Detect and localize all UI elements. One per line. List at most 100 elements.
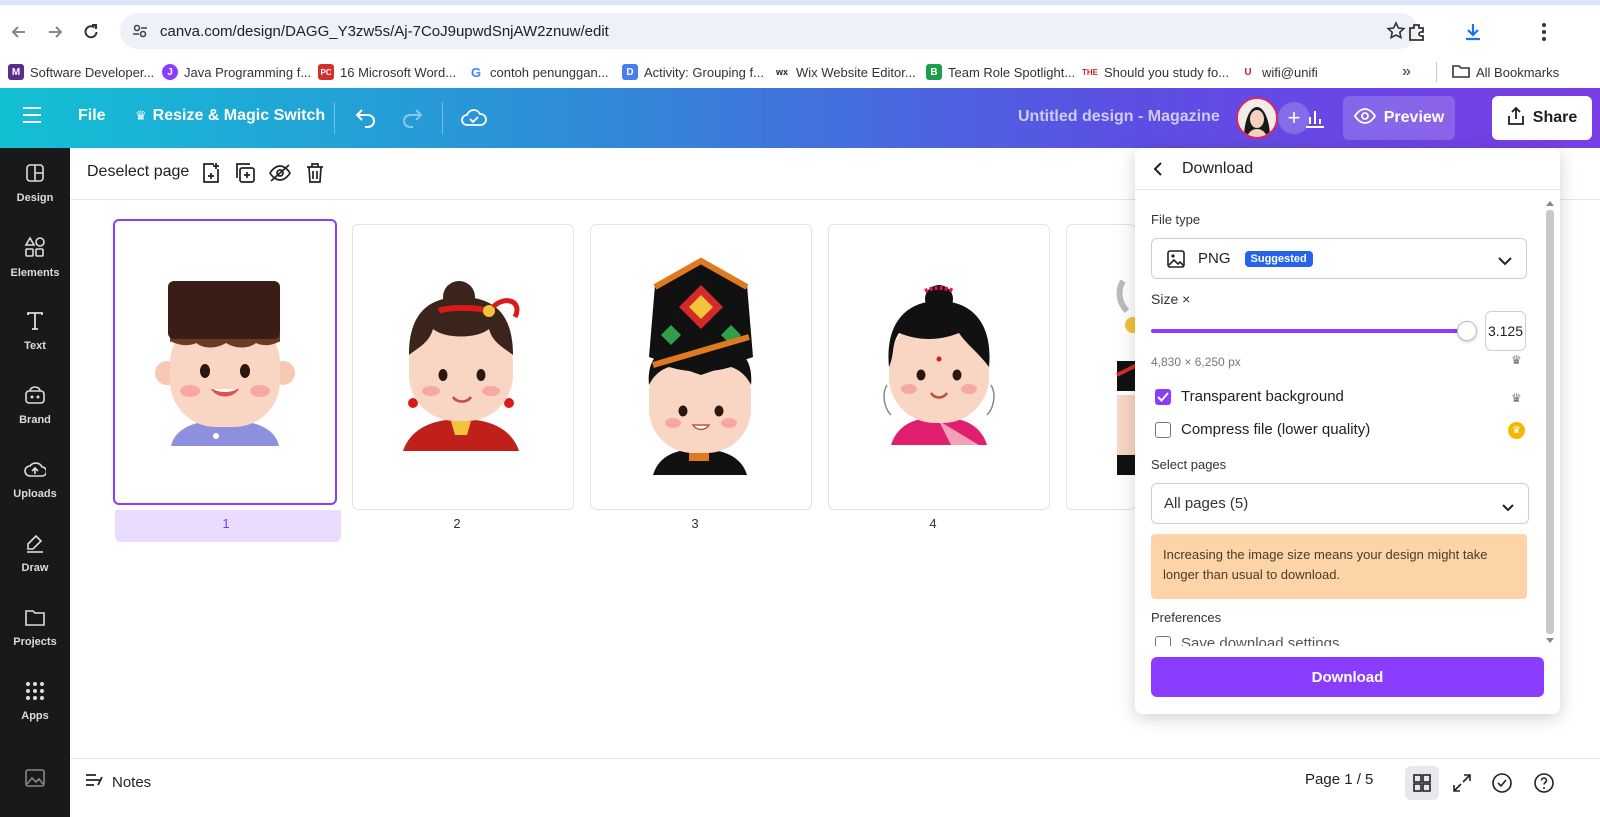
deselect-page-button[interactable]: Deselect page <box>87 163 189 181</box>
back-icon[interactable] <box>8 21 30 43</box>
compress-file-option[interactable]: Compress file (lower quality) <box>1155 421 1370 438</box>
page-thumbnail[interactable] <box>113 219 337 505</box>
chevron-down-icon <box>1502 499 1514 517</box>
file-type-value: PNG <box>1198 250 1231 267</box>
undo-icon[interactable] <box>354 106 378 128</box>
download-button[interactable]: Download <box>1151 657 1544 697</box>
user-avatar[interactable] <box>1236 97 1278 139</box>
bookmark-item[interactable]: B Team Role Spotlight... <box>926 60 1075 84</box>
select-pages-dropdown[interactable]: All pages (5) <box>1151 483 1529 524</box>
delete-page-icon[interactable] <box>302 160 328 186</box>
character-boy-headdress <box>648 257 753 475</box>
file-menu[interactable]: File <box>78 107 106 125</box>
duplicate-page-icon[interactable] <box>232 160 258 186</box>
side-rail: Design Elements Text Brand Uploads Draw … <box>0 148 70 817</box>
preview-label: Preview <box>1383 109 1445 126</box>
notes-icon <box>84 771 104 793</box>
more-bookmarks-icon[interactable]: » <box>1402 60 1411 84</box>
image-icon <box>24 768 46 791</box>
image-icon <box>1166 249 1186 269</box>
add-page-icon[interactable] <box>198 160 224 186</box>
size-slider-thumb[interactable] <box>1457 321 1477 341</box>
character-girl-saree <box>883 285 995 445</box>
bookmark-item[interactable]: J Java Programming f... <box>162 60 311 84</box>
bookmark-star-icon[interactable] <box>1386 21 1406 46</box>
forward-icon[interactable] <box>44 21 66 43</box>
document-title[interactable]: Untitled design - Magazine <box>1018 108 1220 126</box>
fullscreen-icon[interactable] <box>1445 766 1479 800</box>
bookmark-label: Java Programming f... <box>184 64 312 80</box>
resize-magic-switch-button[interactable]: ♛ Resize & Magic Switch <box>135 107 325 125</box>
bookmark-item[interactable]: wx Wix Website Editor... <box>774 60 916 84</box>
notes-button[interactable]: Notes <box>84 771 151 793</box>
all-bookmarks-label: All Bookmarks <box>1476 64 1560 80</box>
rail-item-uploads[interactable]: Uploads <box>0 444 70 514</box>
transparent-background-option[interactable]: Transparent background <box>1155 388 1344 405</box>
cloud-saved-icon[interactable] <box>460 106 488 128</box>
checkbox-checked-icon[interactable] <box>1155 388 1171 405</box>
site-info-icon[interactable] <box>132 23 148 44</box>
character-boy-songkok <box>155 281 295 446</box>
rail-item-media[interactable] <box>0 746 70 812</box>
crown-icon: ♛ <box>135 108 147 123</box>
redo-icon[interactable] <box>400 106 424 128</box>
bookmark-item[interactable]: THE Should you study fo... <box>1082 60 1229 84</box>
bookmark-item[interactable]: D Activity: Grouping f... <box>622 60 764 84</box>
folder-icon <box>1452 63 1470 82</box>
insights-chart-icon[interactable] <box>1296 96 1334 140</box>
bookmark-item[interactable]: Gcontoh penunggan... <box>468 60 609 84</box>
menu-kebab-icon[interactable] <box>1540 21 1548 48</box>
page-thumbnail[interactable] <box>828 224 1050 510</box>
hide-page-icon[interactable] <box>267 160 293 186</box>
page-thumbnail[interactable] <box>1066 224 1136 510</box>
rail-item-design[interactable]: Design <box>0 148 70 218</box>
reload-icon[interactable] <box>80 21 102 43</box>
back-chevron-icon[interactable] <box>1153 162 1163 181</box>
bookmark-item[interactable]: PC 16 Microsoft Word... <box>318 60 456 84</box>
page-number: 2 <box>453 516 461 531</box>
premium-crown-icon: ♛ <box>1508 422 1525 439</box>
panel-scrollbar[interactable] <box>1543 196 1557 648</box>
browser-toolbar: canva.com/design/DAGG_Y3zw5s/Aj-7CoJ9upw… <box>0 0 1600 56</box>
page-indicator[interactable]: Page 1 / 5 <box>1305 771 1373 788</box>
help-icon[interactable] <box>1527 766 1561 800</box>
crown-icon: ♛ <box>1511 353 1522 367</box>
address-bar[interactable]: canva.com/design/DAGG_Y3zw5s/Aj-7CoJ9upw… <box>120 13 1418 49</box>
rail-item-apps[interactable]: Apps <box>0 666 70 736</box>
size-slider-track[interactable] <box>1151 329 1467 333</box>
download-panel-title: Download <box>1182 160 1254 177</box>
preview-button[interactable]: Preview <box>1343 96 1455 140</box>
size-input[interactable]: 3.125 <box>1485 311 1526 351</box>
transparent-background-label: Transparent background <box>1181 388 1344 405</box>
bookmark-item[interactable]: M Software Developer... <box>8 60 154 84</box>
all-bookmarks-button[interactable]: All Bookmarks <box>1452 60 1559 84</box>
check-circle-icon[interactable] <box>1485 766 1519 800</box>
checkbox-unchecked-icon[interactable] <box>1155 421 1171 438</box>
save-download-settings-option[interactable]: Save download settings <box>1155 635 1339 646</box>
page-thumbnail[interactable] <box>590 224 812 510</box>
hamburger-menu-icon[interactable] <box>22 106 42 124</box>
checkbox-unchecked-icon[interactable] <box>1155 635 1171 646</box>
character-girl-cheongsam <box>403 281 520 451</box>
crown-icon: ♛ <box>1511 391 1522 405</box>
rail-item-brand[interactable]: Brand <box>0 370 70 440</box>
divider <box>334 102 335 134</box>
bookmark-favicon: M <box>8 64 24 80</box>
bookmark-favicon: THE <box>1082 64 1098 80</box>
grid-view-icon[interactable] <box>1405 766 1439 800</box>
rail-item-elements[interactable]: Elements <box>0 222 70 292</box>
file-type-select[interactable]: PNG Suggested <box>1151 238 1527 279</box>
rail-label: Design <box>16 191 54 204</box>
bookmark-item[interactable]: Uwifi@unifi <box>1240 60 1318 84</box>
share-button[interactable]: Share <box>1492 96 1592 140</box>
page-thumbnail[interactable] <box>352 224 574 510</box>
bookmark-label: 16 Microsoft Word... <box>340 64 457 80</box>
rail-item-draw[interactable]: Draw <box>0 518 70 588</box>
suggested-badge: Suggested <box>1244 250 1313 267</box>
rail-item-text[interactable]: Text <box>0 296 70 366</box>
rail-item-projects[interactable]: Projects <box>0 592 70 662</box>
extensions-icon[interactable] <box>1406 21 1428 48</box>
url-text: canva.com/design/DAGG_Y3zw5s/Aj-7CoJ9upw… <box>160 23 609 40</box>
rail-label: Brand <box>19 413 51 426</box>
downloads-icon[interactable] <box>1462 21 1484 48</box>
